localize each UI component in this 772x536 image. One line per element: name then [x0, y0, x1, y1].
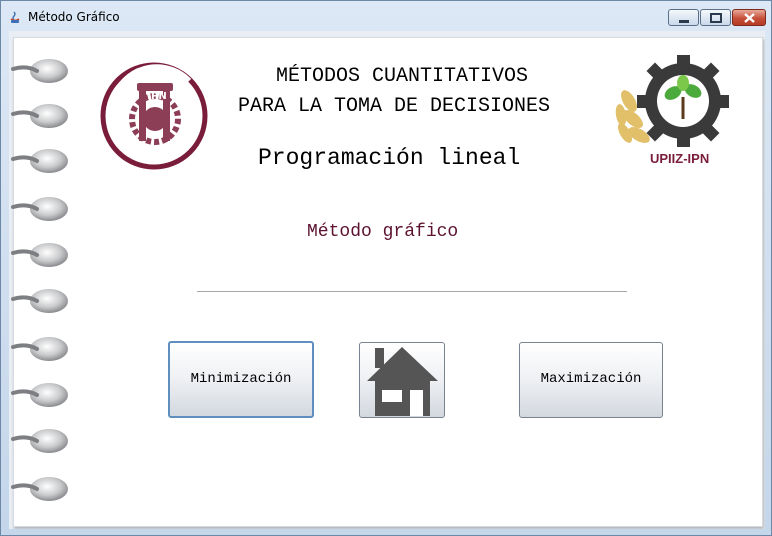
minimization-button[interactable]: Minimización — [168, 341, 314, 418]
close-window-button[interactable] — [732, 9, 766, 26]
topic-title: Programación lineal — [258, 145, 521, 171]
content-panel: IPN UPIIZ-IPN MÉTODOS CUANTITATIVOS PARA… — [9, 31, 765, 529]
maximization-button-label: Maximización — [540, 371, 642, 387]
course-title-line2: PARA LA TOMA DE DECISIONES — [238, 95, 551, 118]
divider — [197, 291, 627, 292]
method-title: Método gráfico — [307, 222, 459, 242]
window-title: Método Gráfico — [28, 10, 120, 24]
svg-text:IPN: IPN — [147, 91, 166, 102]
house-icon — [367, 347, 438, 416]
course-title-line1: MÉTODOS CUANTITATIVOS — [276, 65, 529, 88]
upiiz-label: UPIIZ-IPN — [650, 151, 710, 166]
app-window: Método Gráfico IPN UPIIZ-IPN MÉTODOS CUA… — [0, 0, 772, 536]
home-button[interactable] — [359, 342, 445, 418]
maximize-window-button[interactable] — [700, 9, 731, 26]
java-app-icon — [8, 9, 22, 23]
minimization-button-label: Minimización — [190, 371, 292, 387]
ipn-logo: IPN — [100, 62, 208, 170]
title-bar: Método Gráfico — [1, 1, 771, 31]
maximization-button[interactable]: Maximización — [519, 342, 663, 418]
spiral-binding — [11, 59, 68, 501]
minimize-window-button[interactable] — [668, 9, 699, 26]
